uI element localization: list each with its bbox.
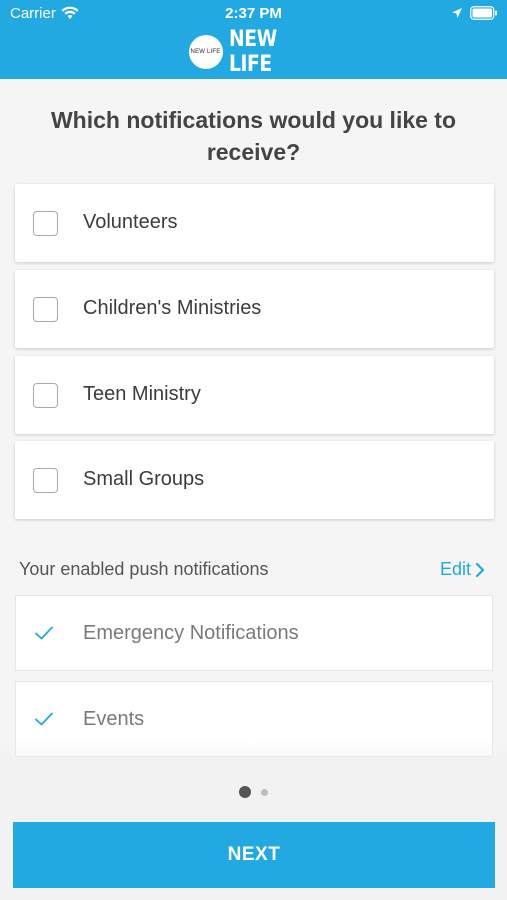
- enabled-notifications-heading: Your enabled push notifications: [19, 559, 269, 579]
- option-label: Children's Ministries: [83, 297, 262, 319]
- option-teen-ministry[interactable]: Teen Ministry: [15, 356, 494, 434]
- battery-icon: [470, 6, 497, 20]
- status-bar: Carrier 2:37 PM: [0, 0, 507, 28]
- option-label: Volunteers: [83, 211, 178, 233]
- checkbox[interactable]: [33, 383, 58, 408]
- status-time: 2:37 PM: [225, 5, 282, 22]
- checkmark-icon: [35, 712, 53, 726]
- option-volunteers[interactable]: Volunteers: [15, 184, 494, 262]
- brand-logo: NEW LIFE NEW LIFE: [0, 27, 507, 77]
- app-header: Carrier 2:37 PM NEW LIFE NEW LIFE: [0, 0, 507, 79]
- page-indicator-dot[interactable]: [261, 789, 268, 796]
- checkbox[interactable]: [33, 297, 58, 322]
- edit-label: Edit: [440, 559, 472, 579]
- logo-badge: NEW LIFE: [188, 35, 223, 69]
- page-indicator-dot-active[interactable]: [239, 786, 251, 798]
- option-small-groups[interactable]: Small Groups: [15, 441, 494, 519]
- enabled-item-label: Emergency Notifications: [83, 622, 299, 644]
- logo-text: NEW LIFE: [228, 27, 277, 77]
- checkbox[interactable]: [33, 211, 58, 236]
- next-button[interactable]: NEXT: [13, 822, 495, 888]
- edit-button[interactable]: Edit: [440, 559, 485, 580]
- chevron-right-icon: [475, 562, 485, 577]
- checkmark-icon: [35, 626, 53, 640]
- page-title: Which notifications would you like to re…: [50, 107, 457, 165]
- option-label: Teen Ministry: [83, 383, 201, 405]
- checkbox[interactable]: [33, 468, 58, 493]
- option-label: Small Groups: [83, 468, 205, 490]
- option-childrens-ministries[interactable]: Children's Ministries: [15, 270, 494, 348]
- location-arrow-icon: [452, 8, 462, 18]
- enabled-item-emergency-notifications: Emergency Notifications: [15, 595, 493, 671]
- enabled-item-label: Events: [83, 708, 145, 730]
